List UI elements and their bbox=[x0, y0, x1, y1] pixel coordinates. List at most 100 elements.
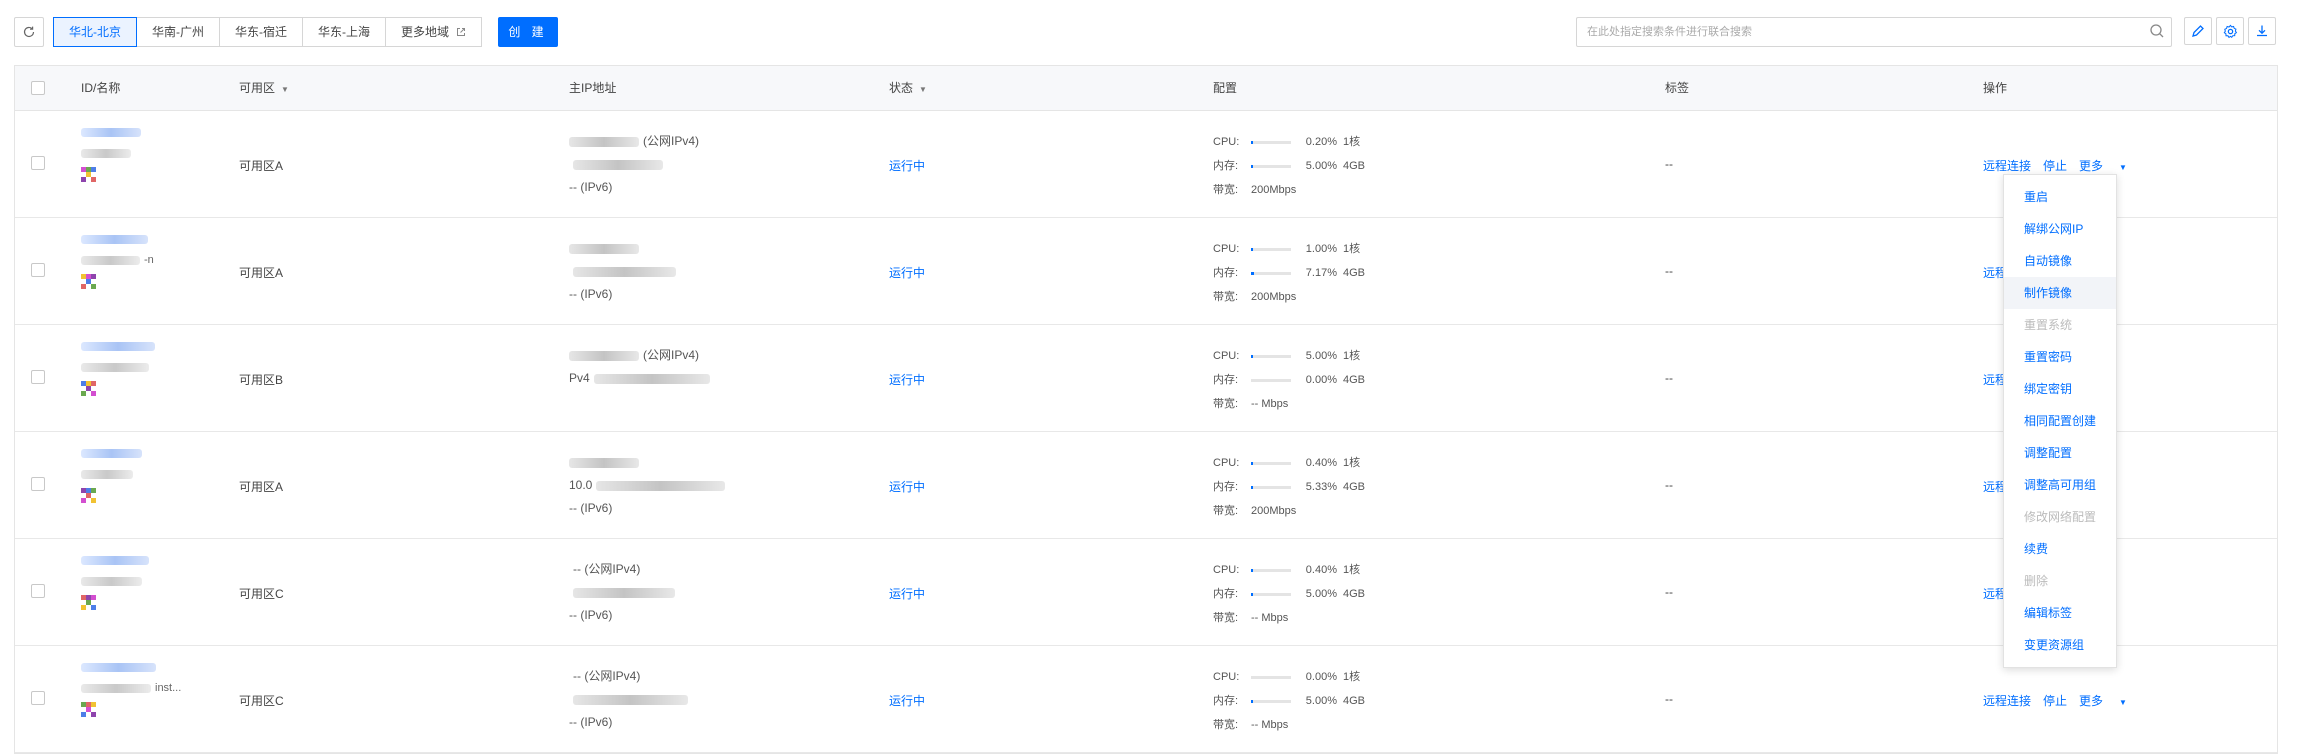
more-link[interactable]: 更多 ▼ bbox=[2079, 159, 2139, 173]
mem-usage: 0.00% bbox=[1305, 374, 1337, 386]
edit-icon bbox=[2192, 25, 2204, 37]
row-checkbox[interactable] bbox=[31, 691, 45, 705]
ip-v6-line: -- (IPv6) bbox=[569, 604, 675, 627]
remote-connect-link[interactable]: 远程连接 bbox=[1983, 159, 2031, 173]
bandwidth-label: 带宽: bbox=[1213, 291, 1239, 303]
cpu-spec: 1核 bbox=[1343, 671, 1361, 683]
mem-spec: 4GB bbox=[1343, 695, 1366, 707]
instance-name-blur bbox=[81, 362, 149, 372]
bandwidth-value: -- Mbps bbox=[1251, 398, 1289, 410]
more-link[interactable]: 更多 ▼ bbox=[2079, 694, 2139, 708]
menu-item[interactable]: 调整配置 bbox=[2004, 437, 2116, 469]
zone-cell: 可用区C bbox=[239, 587, 284, 601]
instance-name bbox=[81, 468, 201, 480]
header-tags: 标签 bbox=[1665, 81, 1690, 95]
menu-item[interactable]: 制作镜像 bbox=[2004, 277, 2116, 309]
header-config: 配置 bbox=[1213, 81, 1238, 95]
external-link-icon bbox=[457, 28, 466, 36]
ip-public-line: (公网IPv4) bbox=[569, 130, 699, 153]
mem-usage-bar bbox=[1251, 485, 1291, 489]
menu-item[interactable]: 重启 bbox=[2004, 181, 2116, 213]
edit-button[interactable] bbox=[2184, 17, 2212, 45]
menu-item[interactable]: 调整高可用组 bbox=[2004, 469, 2116, 501]
stop-link[interactable]: 停止 bbox=[2043, 159, 2067, 173]
more-regions-button[interactable]: 更多地域 bbox=[385, 17, 483, 47]
instance-name: -n bbox=[81, 254, 201, 266]
remote-connect-link[interactable]: 远程连接 bbox=[1983, 694, 2031, 708]
search-input[interactable] bbox=[1585, 18, 2149, 46]
refresh-button[interactable] bbox=[14, 17, 44, 47]
more-label: 更多 bbox=[2079, 694, 2104, 708]
ip-v6-label: -- (IPv6) bbox=[569, 608, 613, 622]
instance-id-link[interactable] bbox=[81, 342, 155, 351]
instance-id-link[interactable] bbox=[81, 235, 148, 244]
bandwidth-label: 带宽: bbox=[1213, 184, 1239, 196]
cpu-usage-bar bbox=[1251, 461, 1291, 465]
ip-public-label: (公网IPv4) bbox=[643, 348, 700, 362]
mem-label: 内存: bbox=[1213, 588, 1239, 600]
ip-private-line: Pv4 bbox=[569, 367, 710, 390]
settings-button[interactable] bbox=[2216, 17, 2244, 45]
region-selector: 华北-北京 华南-广州 华东-宿迁 华东-上海 更多地域 bbox=[53, 17, 483, 47]
ip-v6-label: -- (IPv6) bbox=[569, 180, 613, 194]
config-cell: CPU: 5.00% 1核 内存: 0.00% 4GB 带宽: -- Mbps bbox=[1213, 344, 1365, 416]
status-badge: 运行中 bbox=[889, 159, 926, 173]
header-status[interactable]: 状态 ▼ bbox=[889, 66, 927, 112]
header-status-label: 状态 bbox=[889, 81, 914, 95]
header-zone[interactable]: 可用区 ▼ bbox=[239, 66, 289, 112]
ip-v6-line: -- (IPv6) bbox=[569, 711, 688, 734]
menu-item[interactable]: 续费 bbox=[2004, 533, 2116, 565]
search-icon[interactable] bbox=[2149, 23, 2165, 39]
instance-id-link[interactable] bbox=[81, 128, 141, 137]
zone-cell: 可用区A bbox=[239, 159, 284, 173]
mem-spec: 4GB bbox=[1343, 267, 1366, 279]
ip-public-line bbox=[569, 237, 676, 260]
mem-usage: 7.17% bbox=[1305, 267, 1337, 279]
instance-name-blur bbox=[81, 576, 142, 586]
row-checkbox[interactable] bbox=[31, 370, 45, 384]
menu-item[interactable]: 自动镜像 bbox=[2004, 245, 2116, 277]
bandwidth-value: -- Mbps bbox=[1251, 612, 1289, 624]
bandwidth-label: 带宽: bbox=[1213, 505, 1239, 517]
zone-cell: 可用区C bbox=[239, 694, 284, 708]
instance-name-blur bbox=[81, 148, 131, 158]
mem-spec: 4GB bbox=[1343, 160, 1366, 172]
zone-cell: 可用区B bbox=[239, 373, 284, 387]
row-checkbox[interactable] bbox=[31, 584, 45, 598]
region-tab[interactable]: 华北-北京 bbox=[53, 17, 137, 47]
region-tab[interactable]: 华东-上海 bbox=[302, 17, 386, 47]
instance-id-cell: -n bbox=[81, 235, 201, 290]
ip-private-line bbox=[569, 581, 675, 604]
tags-cell: -- bbox=[1665, 264, 1673, 278]
os-icon bbox=[81, 488, 97, 504]
cpu-usage-bar bbox=[1251, 247, 1291, 251]
instance-name bbox=[81, 575, 201, 587]
instance-id-link[interactable] bbox=[81, 556, 149, 565]
menu-item[interactable]: 解绑公网IP bbox=[2004, 213, 2116, 245]
menu-item[interactable]: 编辑标签 bbox=[2004, 597, 2116, 629]
region-tab[interactable]: 华南-广州 bbox=[136, 17, 220, 47]
os-icon bbox=[81, 702, 97, 718]
select-all-checkbox[interactable] bbox=[31, 81, 45, 95]
bandwidth-value: -- Mbps bbox=[1251, 719, 1289, 731]
ip-private-label: 10.0 bbox=[569, 478, 593, 492]
header-id: ID/名称 bbox=[81, 81, 121, 95]
cpu-usage-bar bbox=[1251, 568, 1291, 572]
menu-item[interactable]: 重置密码 bbox=[2004, 341, 2116, 373]
menu-item[interactable]: 变更资源组 bbox=[2004, 629, 2116, 661]
row-checkbox[interactable] bbox=[31, 477, 45, 491]
ip-cell: (公网IPv4) -- (IPv6) bbox=[569, 130, 699, 199]
stop-link[interactable]: 停止 bbox=[2043, 694, 2067, 708]
region-tab[interactable]: 华东-宿迁 bbox=[219, 17, 303, 47]
menu-item[interactable]: 绑定密钥 bbox=[2004, 373, 2116, 405]
menu-item[interactable]: 相同配置创建 bbox=[2004, 405, 2116, 437]
row-checkbox[interactable] bbox=[31, 156, 45, 170]
toolbar: 华北-北京 华南-广州 华东-宿迁 华东-上海 更多地域 创 建 bbox=[14, 17, 2291, 49]
instance-id-link[interactable] bbox=[81, 663, 156, 672]
instance-id-link[interactable] bbox=[81, 449, 142, 458]
cpu-usage: 1.00% bbox=[1305, 243, 1337, 255]
ip-private-line bbox=[569, 153, 699, 176]
row-checkbox[interactable] bbox=[31, 263, 45, 277]
create-button[interactable]: 创 建 bbox=[498, 17, 558, 47]
download-button[interactable] bbox=[2248, 17, 2276, 45]
